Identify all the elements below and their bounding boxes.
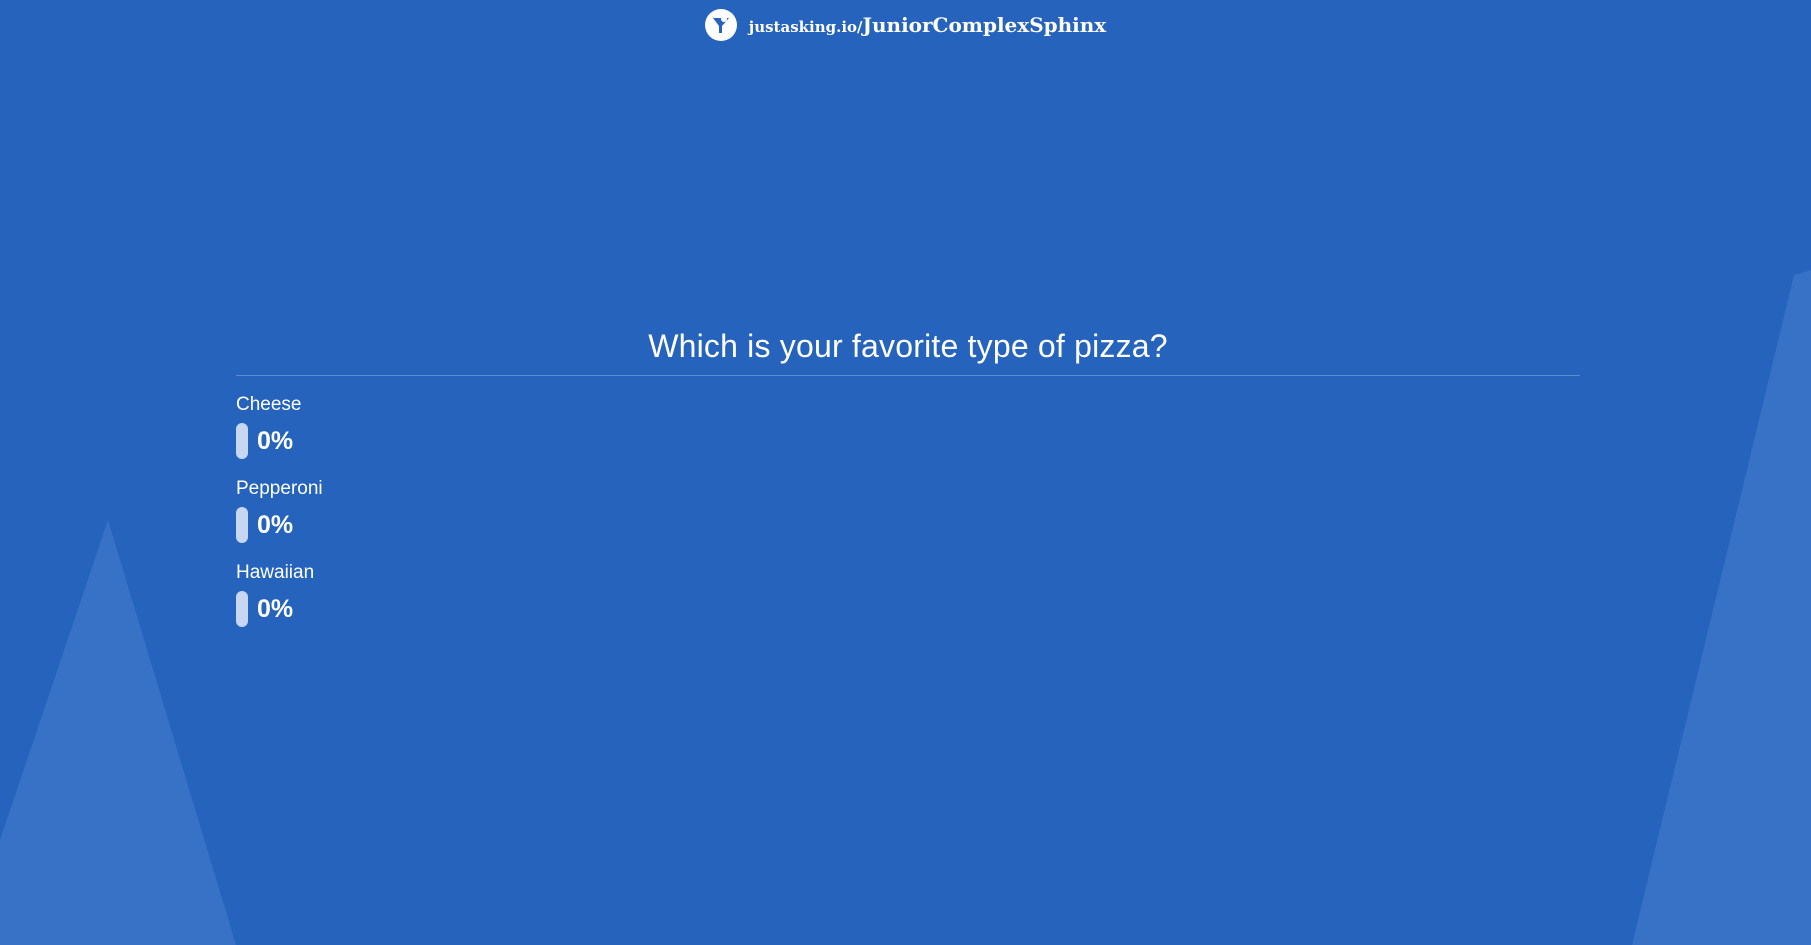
- result-bar: [236, 591, 248, 627]
- result-bar: [236, 507, 248, 543]
- poll-option-pepperoni: Pepperoni 0%: [236, 476, 836, 560]
- result-percent: 0%: [257, 426, 294, 455]
- option-label: Cheese: [236, 394, 302, 415]
- option-label: Hawaiian: [236, 562, 315, 583]
- poll-option-hawaiian: Hawaiian 0%: [236, 560, 836, 644]
- poll-options: Cheese 0% Pepperoni 0% Hawaiian 0%: [236, 392, 836, 644]
- poll-option-cheese: Cheese 0%: [236, 392, 836, 476]
- option-label: Pepperoni: [236, 478, 323, 499]
- url-prefix: justasking.io/: [748, 18, 863, 36]
- header: justasking.io/ JuniorComplexSphinx: [0, 8, 1811, 42]
- result-bar: [236, 423, 248, 459]
- url-slug: JuniorComplexSphinx: [862, 13, 1107, 37]
- option-result: 0%: [236, 422, 836, 460]
- left-triangle-shape: [0, 520, 236, 945]
- justasking-logo-icon[interactable]: [704, 9, 737, 41]
- right-triangle-shape: [1632, 270, 1811, 945]
- question-divider: [236, 375, 1580, 376]
- poll-question: Which is your favorite type of pizza?: [648, 328, 1168, 364]
- result-percent: 0%: [257, 594, 294, 623]
- result-percent: 0%: [257, 510, 294, 539]
- option-result: 0%: [236, 590, 836, 628]
- option-result: 0%: [236, 506, 836, 544]
